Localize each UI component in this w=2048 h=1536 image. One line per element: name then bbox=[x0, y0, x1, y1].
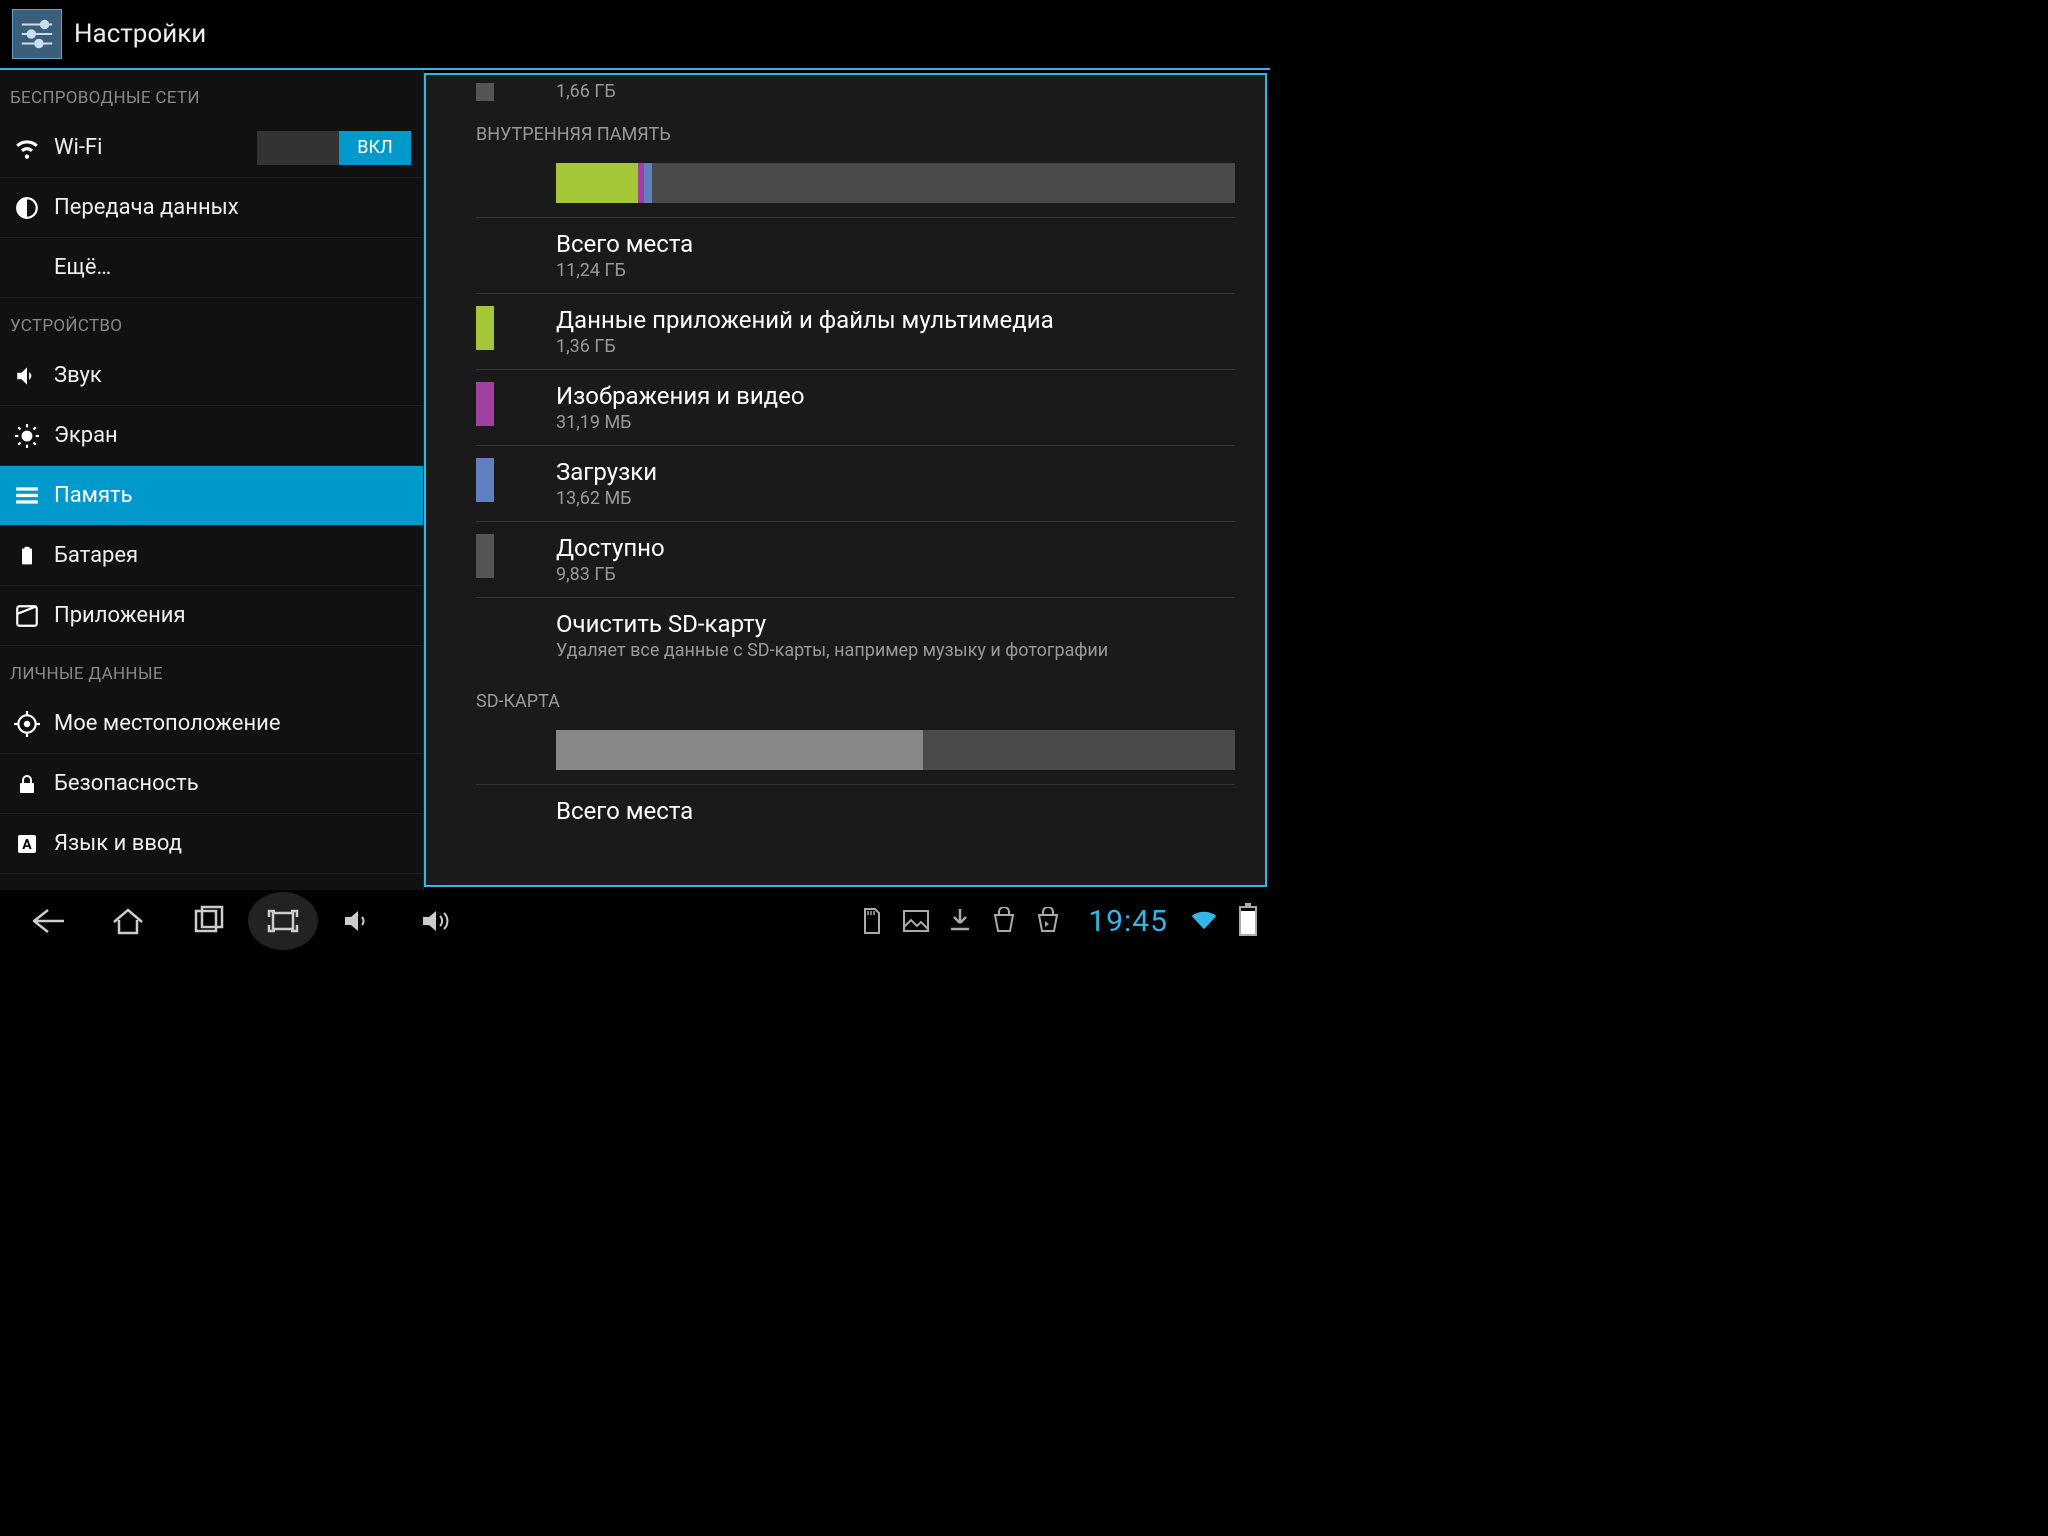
prev-value: 1,66 ГБ bbox=[556, 81, 616, 102]
wifi-status-icon bbox=[1190, 907, 1218, 935]
storage-icon bbox=[14, 483, 40, 509]
play-store-status-icon-2 bbox=[1034, 907, 1062, 935]
storage-row-label: Всего места bbox=[556, 797, 1235, 825]
screenshot-button[interactable] bbox=[248, 892, 318, 950]
lock-icon bbox=[14, 771, 40, 797]
sd-card-status-icon bbox=[858, 907, 886, 935]
sidebar-item-label: Ещё… bbox=[54, 255, 411, 280]
language-icon: A bbox=[14, 831, 40, 857]
sidebar-section-personal: ЛИЧНЫЕ ДАННЫЕ bbox=[0, 646, 423, 694]
sidebar-item-more[interactable]: Ещё… bbox=[0, 238, 423, 298]
sd-usage-bar bbox=[556, 730, 1235, 770]
storage-row-label: Очистить SD-карту bbox=[556, 610, 1235, 638]
storage-row-swatch bbox=[476, 306, 494, 350]
actionbar: Настройки bbox=[0, 0, 1270, 70]
sidebar-item-location[interactable]: Мое местоположение bbox=[0, 694, 423, 754]
storage-row-swatch bbox=[476, 534, 494, 578]
section-sd-card: SD-КАРТА bbox=[476, 679, 1265, 722]
data-usage-icon bbox=[14, 195, 40, 221]
storage-row-swatch bbox=[476, 458, 494, 502]
storage-row-swatch bbox=[476, 610, 494, 654]
sidebar-item-label: Экран bbox=[54, 423, 411, 448]
wifi-toggle[interactable]: ВКЛ bbox=[257, 131, 411, 165]
sd-usage-bar-row bbox=[556, 730, 1235, 770]
home-button[interactable] bbox=[88, 892, 168, 950]
download-status-icon bbox=[946, 907, 974, 935]
usage-bar-segment bbox=[644, 163, 653, 203]
sidebar-item-label: Мое местоположение bbox=[54, 711, 411, 736]
status-tray[interactable]: 19:45 bbox=[858, 904, 1262, 939]
apps-icon bbox=[14, 603, 40, 629]
usage-bar-segment bbox=[556, 163, 638, 203]
sidebar-item-apps[interactable]: Приложения bbox=[0, 586, 423, 646]
sidebar-item-sound[interactable]: Звук bbox=[0, 346, 423, 406]
settings-sidebar: БЕСПРОВОДНЫЕ СЕТИ Wi‑Fi ВКЛ Передача дан… bbox=[0, 70, 424, 890]
play-store-status-icon bbox=[990, 907, 1018, 935]
sidebar-item-battery[interactable]: Батарея bbox=[0, 526, 423, 586]
storage-row-label: Данные приложений и файлы мультимедиа bbox=[556, 306, 1235, 334]
storage-row-value: 31,19 МБ bbox=[556, 412, 1235, 433]
sidebar-item-label: Передача данных bbox=[54, 195, 411, 220]
sidebar-item-label: Батарея bbox=[54, 543, 411, 568]
sidebar-item-label: Память bbox=[54, 483, 411, 508]
sidebar-item-label: Wi‑Fi bbox=[54, 135, 257, 160]
recent-apps-button[interactable] bbox=[168, 892, 248, 950]
sidebar-section-wireless: БЕСПРОВОДНЫЕ СЕТИ bbox=[0, 70, 423, 118]
sidebar-item-label: Язык и ввод bbox=[54, 831, 411, 856]
wifi-toggle-on-label: ВКЛ bbox=[339, 131, 411, 165]
back-button[interactable] bbox=[8, 892, 88, 950]
storage-row[interactable]: Всего места11,24 ГБ bbox=[476, 217, 1235, 293]
storage-row-label: Загрузки bbox=[556, 458, 1235, 486]
status-clock: 19:45 bbox=[1088, 904, 1168, 939]
battery-status-icon bbox=[1234, 907, 1262, 935]
volume-up-button[interactable] bbox=[398, 892, 478, 950]
sidebar-item-security[interactable]: Безопасность bbox=[0, 754, 423, 814]
sd-storage-list: Всего места bbox=[426, 784, 1265, 853]
internal-usage-bar-row bbox=[556, 163, 1235, 203]
storage-row-label: Изображения и видео bbox=[556, 382, 1235, 410]
sidebar-item-language[interactable]: A Язык и ввод bbox=[0, 814, 423, 874]
storage-row-value: 1,36 ГБ bbox=[556, 336, 1235, 357]
sidebar-item-data-usage[interactable]: Передача данных bbox=[0, 178, 423, 238]
sidebar-item-storage[interactable]: Память bbox=[0, 466, 423, 526]
sidebar-section-device: УСТРОЙСТВО bbox=[0, 298, 423, 346]
battery-icon bbox=[14, 543, 40, 569]
section-internal-storage: ВНУТРЕННЯЯ ПАМЯТЬ bbox=[476, 112, 1265, 155]
storage-row[interactable]: Изображения и видео31,19 МБ bbox=[476, 369, 1235, 445]
storage-detail-pane[interactable]: 1,66 ГБ ВНУТРЕННЯЯ ПАМЯТЬ Всего места11,… bbox=[424, 73, 1267, 887]
sidebar-item-wifi[interactable]: Wi‑Fi ВКЛ bbox=[0, 118, 423, 178]
sidebar-item-display[interactable]: Экран bbox=[0, 406, 423, 466]
volume-down-button[interactable] bbox=[318, 892, 398, 950]
storage-row[interactable]: Загрузки13,62 МБ bbox=[476, 445, 1235, 521]
settings-app-icon bbox=[12, 9, 62, 59]
wifi-icon bbox=[14, 135, 40, 161]
storage-row-value: Удаляет все данные с SD-карты, например … bbox=[556, 640, 1235, 661]
svg-text:A: A bbox=[22, 837, 32, 853]
sound-icon bbox=[14, 363, 40, 389]
storage-row-value: 13,62 МБ bbox=[556, 488, 1235, 509]
page-title: Настройки bbox=[74, 19, 206, 49]
storage-row-swatch bbox=[476, 382, 494, 426]
display-icon bbox=[14, 423, 40, 449]
sidebar-item-label: Приложения bbox=[54, 603, 411, 628]
gallery-status-icon bbox=[902, 907, 930, 935]
storage-row-value: 9,83 ГБ bbox=[556, 564, 1235, 585]
sidebar-item-label: Безопасность bbox=[54, 771, 411, 796]
location-icon bbox=[14, 711, 40, 737]
internal-storage-list: Всего места11,24 ГБДанные приложений и ф… bbox=[426, 217, 1265, 673]
storage-row-label: Всего места bbox=[556, 230, 1235, 258]
internal-usage-bar bbox=[556, 163, 1235, 203]
storage-row[interactable]: Данные приложений и файлы мультимедиа1,3… bbox=[476, 293, 1235, 369]
system-navbar: 19:45 bbox=[0, 890, 1270, 952]
sidebar-item-label: Звук bbox=[54, 363, 411, 388]
storage-row-label: Доступно bbox=[556, 534, 1235, 562]
prev-section-fragment: 1,66 ГБ bbox=[476, 75, 1265, 112]
storage-row-value: 11,24 ГБ bbox=[556, 260, 1235, 281]
storage-row-swatch bbox=[476, 230, 494, 274]
storage-row[interactable]: Очистить SD-картуУдаляет все данные с SD… bbox=[476, 597, 1235, 673]
storage-row[interactable]: Всего места bbox=[476, 784, 1235, 853]
storage-row[interactable]: Доступно9,83 ГБ bbox=[476, 521, 1235, 597]
